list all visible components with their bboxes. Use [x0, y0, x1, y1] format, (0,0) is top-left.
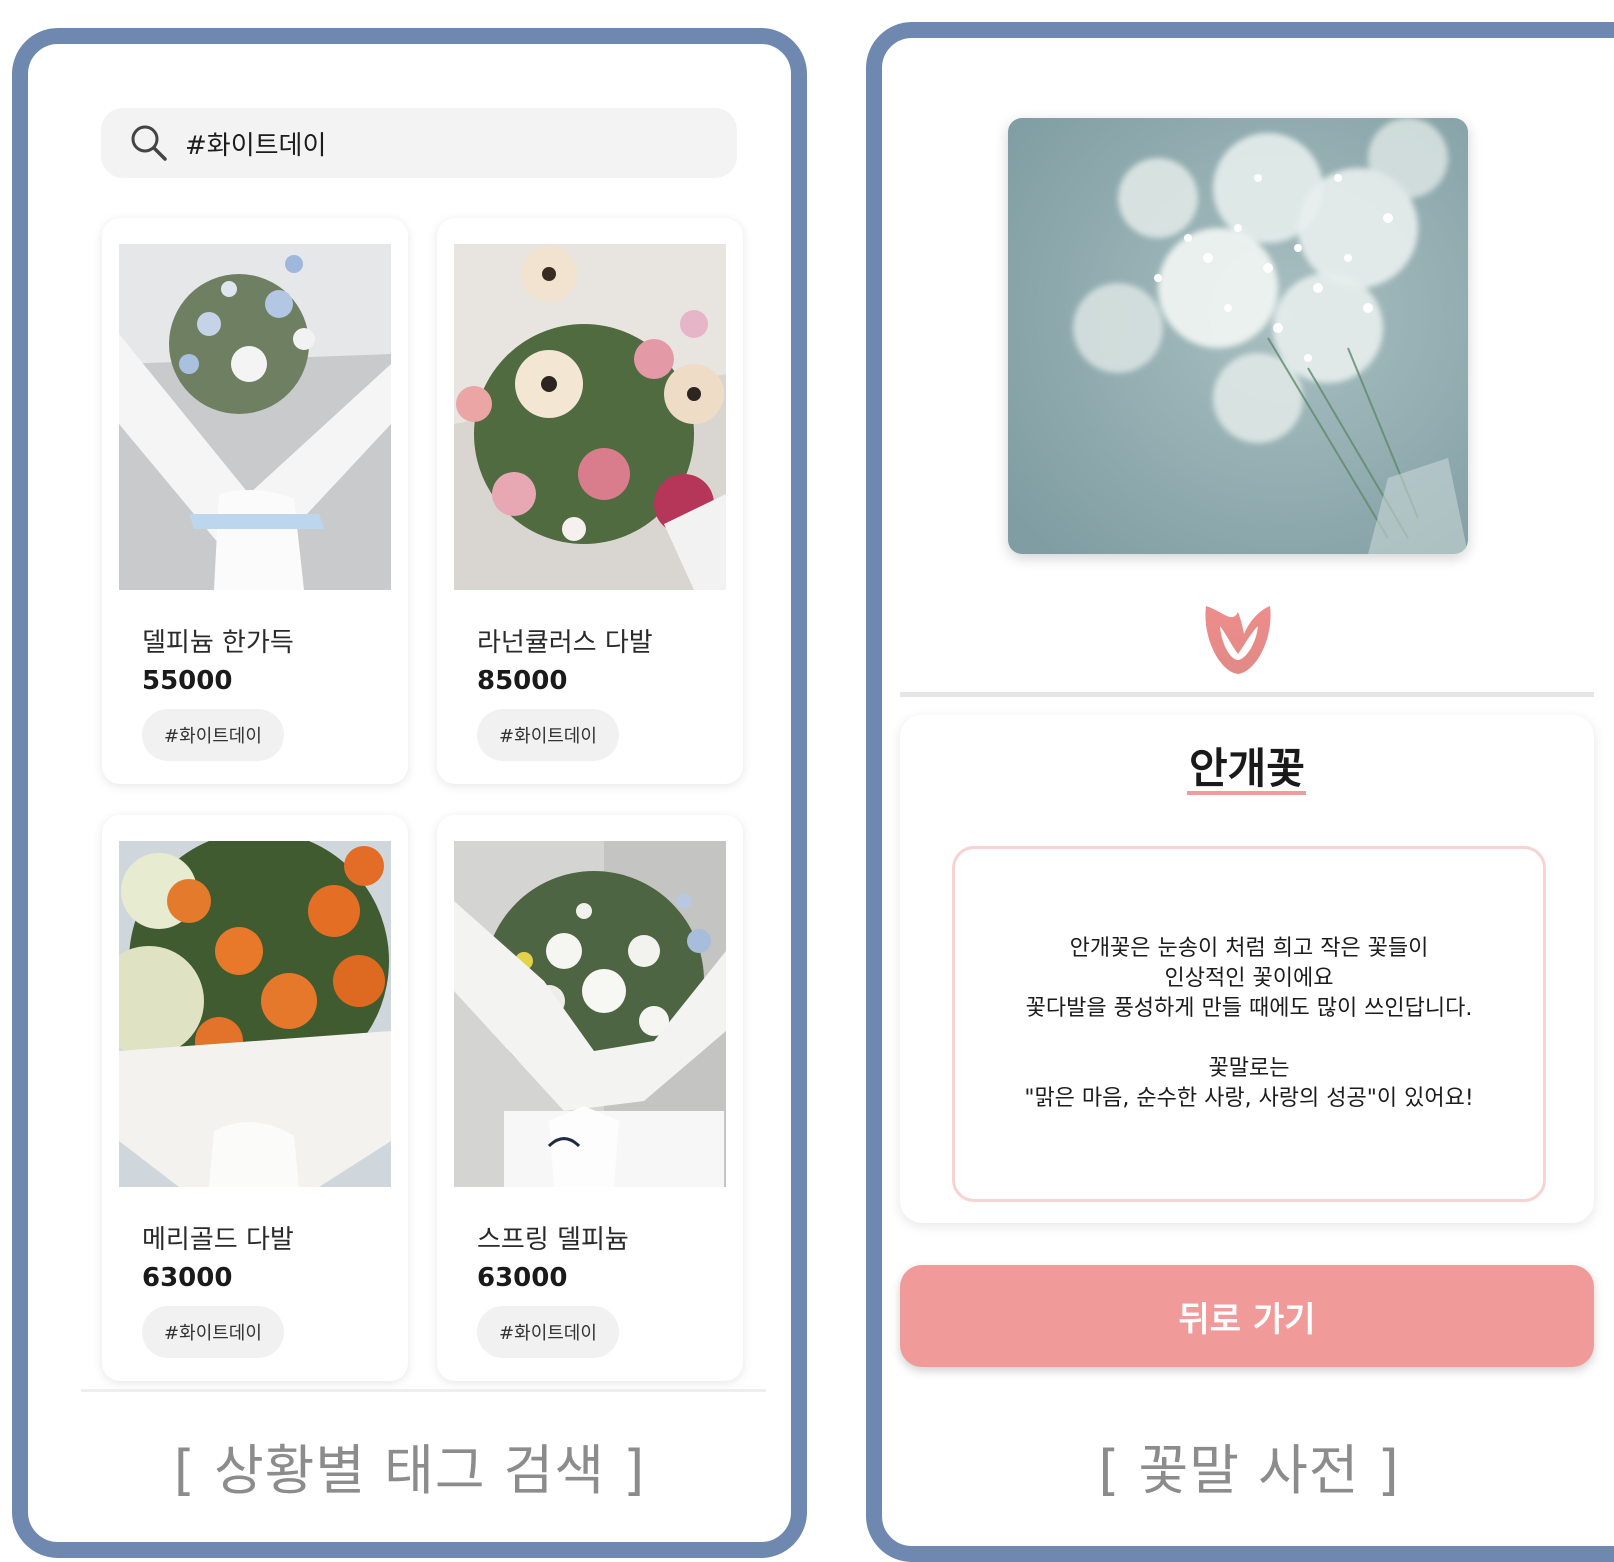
meaning-line: 꽃다발을 풍성하게 만들 때에도 많이 쓰인답니다. [1025, 996, 1473, 1021]
flower-meaning-box: 안개꽃은 눈송이 처럼 희고 작은 꽃들이 인상적인 꽃이에요 꽃다발을 풍성하… [952, 846, 1546, 1202]
product-card[interactable]: 델피늄 한가득 55000 #화이트데이 [102, 218, 408, 784]
tag-search-screen: 델피늄 한가득 55000 #화이트데이 라넌큘러스 다발 85000 #화이트… [12, 28, 807, 1558]
flower-dictionary-screen: 안개꽃 안개꽃은 눈송이 처럼 희고 작은 꽃들이 인상적인 꽃이에요 꽃다발을… [866, 22, 1614, 1562]
screen-caption: [ 꽃말 사전 ] [1098, 1439, 1400, 1502]
search-icon[interactable] [129, 123, 169, 163]
flower-meaning-text: 안개꽃은 눈송이 처럼 희고 작은 꽃들이 인상적인 꽃이에요 꽃다발을 풍성하… [1024, 934, 1473, 1114]
meaning-line: 인상적인 꽃이에요 [1164, 966, 1334, 991]
product-name: 델피늄 한가득 [142, 628, 294, 658]
product-price: 63000 [477, 1263, 568, 1293]
product-name: 스프링 델피늄 [477, 1225, 629, 1255]
bottom-divider [81, 1389, 766, 1392]
product-price: 55000 [142, 666, 233, 696]
product-card[interactable]: 라넌큘러스 다발 85000 #화이트데이 [437, 218, 743, 784]
title-underline [1187, 791, 1306, 795]
back-button[interactable]: 뒤로 가기 [900, 1265, 1594, 1367]
tag-chip[interactable]: #화이트데이 [142, 1306, 284, 1358]
product-price: 85000 [477, 666, 568, 696]
header-divider [900, 692, 1594, 697]
white-blue-bouquet-image[interactable] [119, 244, 391, 590]
product-card[interactable]: 스프링 델피늄 63000 #화이트데이 [437, 815, 743, 1381]
meaning-gap [1024, 1024, 1473, 1054]
pink-gerbera-bouquet-image[interactable] [454, 244, 726, 590]
meaning-line: 안개꽃은 눈송이 처럼 희고 작은 꽃들이 [1069, 936, 1429, 961]
tag-chip[interactable]: #화이트데이 [477, 709, 619, 761]
meaning-line: 꽃말로는 [1208, 1056, 1290, 1081]
flower-name: 안개꽃 [1189, 744, 1305, 793]
search-input[interactable] [185, 113, 737, 173]
meaning-line: "맑은 마음, 순수한 사랑, 사랑의 성공"이 있어요! [1024, 1086, 1474, 1111]
tag-chip[interactable]: #화이트데이 [142, 709, 284, 761]
product-name: 메리골드 다발 [142, 1225, 294, 1255]
search-bar[interactable] [101, 108, 737, 178]
screen-caption: [ 상황별 태그 검색 ] [173, 1439, 646, 1502]
product-price: 63000 [142, 1263, 233, 1293]
flower-info-card: 안개꽃 안개꽃은 눈송이 처럼 희고 작은 꽃들이 인상적인 꽃이에요 꽃다발을… [900, 715, 1594, 1223]
product-card[interactable]: 메리골드 다발 63000 #화이트데이 [102, 815, 408, 1381]
babys-breath-photo [1008, 118, 1468, 554]
tulip-logo-icon [1205, 606, 1271, 674]
tag-chip[interactable]: #화이트데이 [477, 1306, 619, 1358]
product-name: 라넌큘러스 다발 [477, 628, 653, 658]
spring-white-bouquet-image[interactable] [454, 841, 726, 1187]
orange-marigold-bouquet-image[interactable] [119, 841, 391, 1187]
